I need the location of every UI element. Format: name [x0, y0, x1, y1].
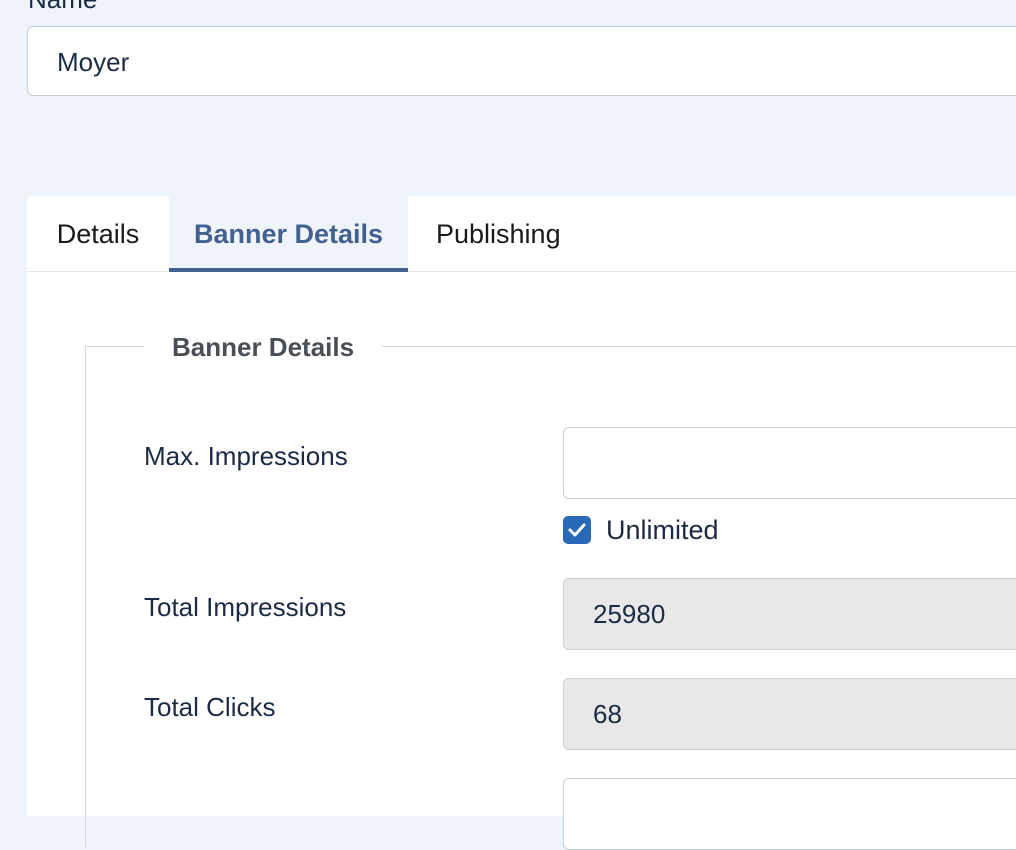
- total-impressions-input: 25980: [563, 578, 1016, 650]
- banner-details-fieldset: Banner Details Max. Impressions Unlimite…: [85, 329, 1016, 850]
- max-impressions-label: Max. Impressions: [144, 441, 348, 471]
- banner-edit-card: Details Banner Details Publishing Banner…: [27, 196, 1016, 850]
- total-clicks-label: Total Clicks: [144, 692, 276, 722]
- tab-details[interactable]: Details: [27, 196, 169, 272]
- checkmark-icon: [568, 523, 586, 537]
- fieldset-legend: Banner Details: [144, 329, 383, 365]
- tab-publishing[interactable]: Publishing: [408, 196, 595, 272]
- unlimited-label: Unlimited: [606, 515, 719, 545]
- name-label: Name: [28, 0, 97, 12]
- tab-banner-details[interactable]: Banner Details: [169, 196, 408, 272]
- name-input[interactable]: Moyer: [27, 26, 1016, 96]
- tab-bar: Details Banner Details Publishing: [27, 196, 1016, 272]
- next-field-input[interactable]: [563, 778, 1016, 850]
- total-clicks-input: 68: [563, 678, 1016, 750]
- total-impressions-label: Total Impressions: [144, 592, 347, 622]
- max-impressions-input[interactable]: [563, 427, 1016, 499]
- unlimited-checkbox[interactable]: [563, 516, 591, 544]
